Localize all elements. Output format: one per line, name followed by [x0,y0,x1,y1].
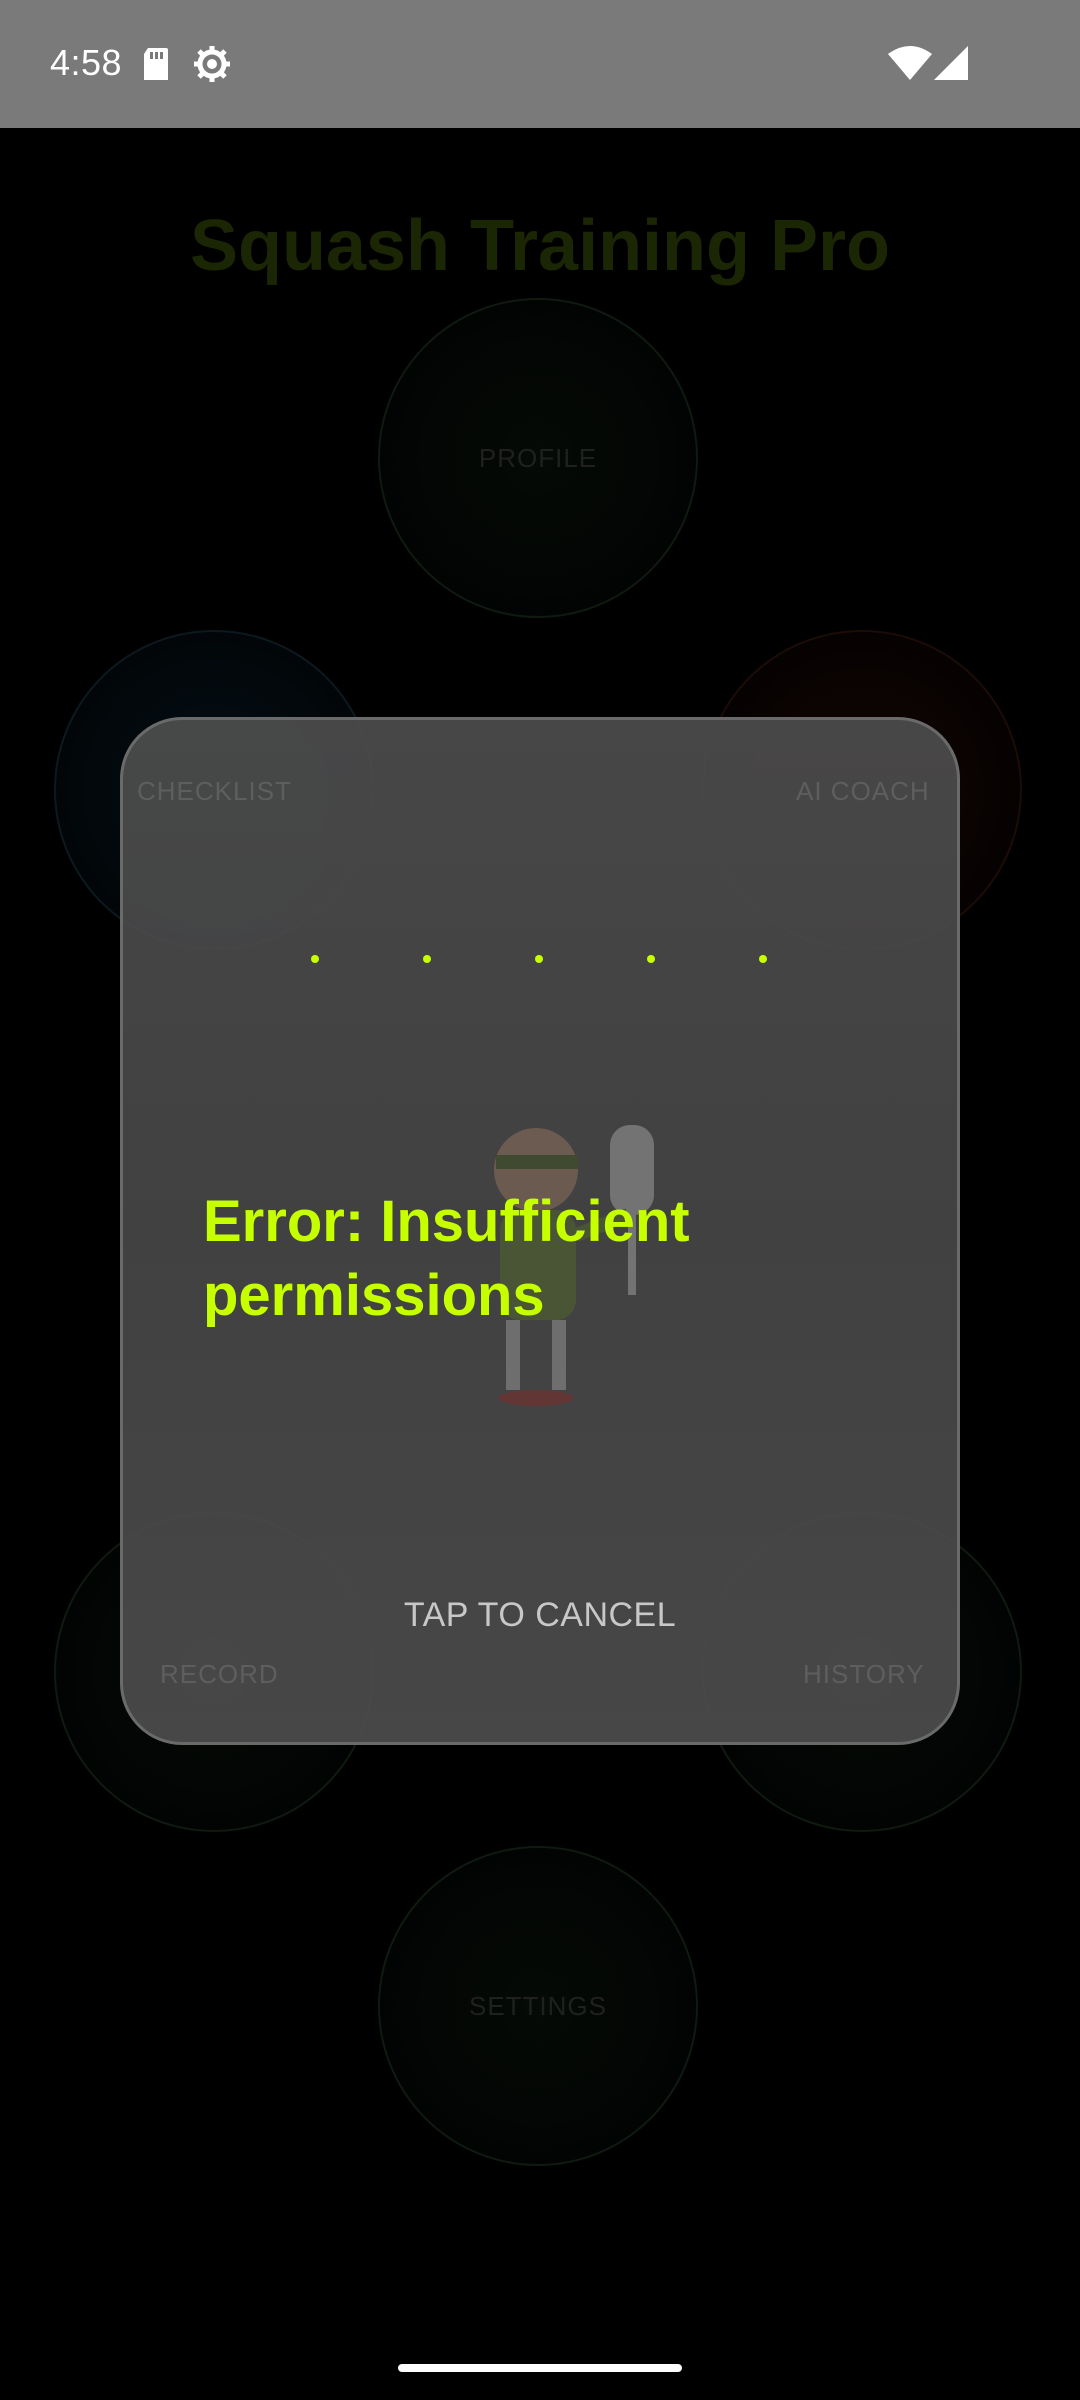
loading-dot [535,955,543,963]
cell-signal-icon [934,46,968,80]
profile-button[interactable]: PROFILE [378,298,698,618]
checklist-label: CHECKLIST [137,776,292,806]
history-label: HISTORY [803,1659,925,1689]
tap-to-cancel-button[interactable]: TAP TO CANCEL [0,1596,1080,1635]
loading-dots [0,955,1080,965]
ai-coach-label: AI COACH [796,776,930,806]
settings-label: SETTINGS [468,1990,607,2021]
status-time: 4:58 [50,42,123,83]
sd-card-icon [144,48,168,80]
gear-icon [194,46,230,82]
profile-label: PROFILE [478,442,598,473]
loading-dot [647,955,655,963]
loading-dot [311,955,319,963]
loading-dot [423,955,431,963]
record-label: RECORD [160,1659,279,1689]
settings-button[interactable]: SETTINGS [378,1846,698,2166]
wifi-icon [888,46,932,80]
home-indicator[interactable] [398,2364,682,2372]
loading-dot [759,955,767,963]
error-message: Error: Insufficient permissions [203,1189,690,1328]
status-bar: 4:58 [0,0,1080,128]
app-title: Squash Training Pro [189,206,891,286]
